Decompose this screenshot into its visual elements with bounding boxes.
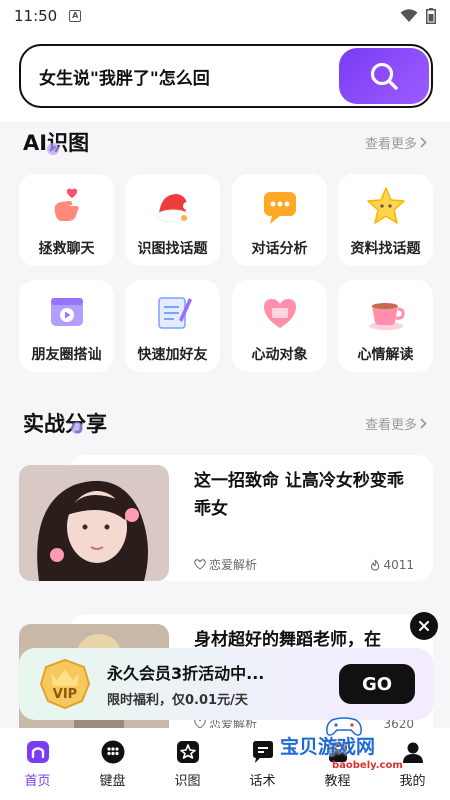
nav-image[interactable]: 识图: [150, 728, 225, 800]
tile-label: 拯救聊天: [38, 241, 95, 257]
nav-label: 话术: [249, 773, 276, 789]
search-bar: [19, 44, 433, 108]
search-input[interactable]: [21, 66, 339, 86]
tile-label: 对话分析: [251, 241, 308, 257]
hand-heart-icon: [45, 184, 89, 228]
close-icon: [419, 621, 429, 631]
keyboard-icon: [101, 740, 125, 764]
search-button[interactable]: [339, 48, 429, 104]
tile-profile-topic[interactable]: 资料找话题: [338, 174, 433, 266]
bottom-nav: 首页 键盘 识图 话术 教程 我的: [0, 728, 450, 800]
nav-keyboard[interactable]: 键盘: [75, 728, 150, 800]
nav-phrases[interactable]: 话术: [225, 728, 300, 800]
notepad-icon: [151, 290, 195, 334]
tile-label: 心动对象: [251, 347, 308, 363]
tile-mood-reading[interactable]: 心情解读: [338, 280, 433, 372]
vip-badge-icon: VIP: [37, 656, 93, 712]
promo-title: 永久会员3折活动中...: [107, 664, 265, 683]
nav-label: 识图: [174, 773, 201, 789]
image-star-icon: [176, 740, 200, 764]
flame-icon: [371, 559, 380, 571]
vip-promo-banner[interactable]: VIP 永久会员3折活动中... 限时福利，仅0.01元/天 GO: [19, 648, 433, 720]
status-icons: [400, 8, 436, 24]
promo-text: 永久会员3折活动中... 限时福利，仅0.01元/天: [107, 660, 339, 708]
nav-tutorial[interactable]: 教程: [300, 728, 375, 800]
nav-label: 教程: [324, 773, 351, 789]
star-icon: [364, 184, 408, 228]
chat-icon: [251, 740, 275, 764]
header: [0, 32, 450, 122]
book-icon: [326, 740, 350, 764]
chat-bubble-icon: [258, 184, 302, 228]
go-button[interactable]: GO: [339, 664, 415, 704]
card-count: 4011: [370, 556, 414, 573]
notification-icon: A: [69, 10, 82, 22]
status-time: 11:50: [14, 7, 58, 25]
tile-label: 快速加好友: [137, 347, 208, 363]
nav-home[interactable]: 首页: [0, 728, 75, 800]
home-icon: [26, 740, 50, 764]
card-title: 这一招致命 让高冷女秒变乖乖女: [194, 471, 404, 519]
video-window-icon: [45, 290, 89, 334]
title-dot-decoration: [71, 422, 83, 434]
status-bar: 11:50 A: [0, 0, 450, 32]
nav-profile[interactable]: 我的: [375, 728, 450, 800]
nav-label: 键盘: [99, 773, 126, 789]
tile-moments-chat[interactable]: 朋友圈搭讪: [19, 280, 114, 372]
search-icon: [370, 62, 398, 90]
tile-label: 识图找话题: [137, 241, 208, 257]
ai-section-title: AI识图: [23, 127, 89, 157]
tile-dialog-analysis[interactable]: 对话分析: [232, 174, 327, 266]
close-promo-button[interactable]: [410, 612, 438, 640]
tile-label: 资料找话题: [350, 241, 421, 257]
share-see-more-link[interactable]: 查看更多: [365, 414, 427, 433]
tile-crush[interactable]: 心动对象: [232, 280, 327, 372]
chevron-right-icon: [420, 136, 427, 148]
user-icon: [401, 740, 425, 764]
wifi-icon: [400, 9, 418, 22]
promo-subtitle: 限时福利，仅0.01元/天: [107, 693, 248, 708]
tile-label: 心情解读: [357, 347, 414, 363]
tile-label: 朋友圈搭讪: [31, 347, 102, 363]
tile-image-topic[interactable]: 识图找话题: [125, 174, 220, 266]
coffee-cup-icon: [364, 290, 408, 334]
share-card[interactable]: 这一招致命 让高冷女秒变乖乖女 恋爱解析 4011: [19, 455, 433, 581]
chevron-right-icon: [420, 417, 427, 429]
heart-outline-icon: [194, 559, 206, 570]
card-meta: 恋爱解析 4011: [194, 556, 414, 573]
card-thumbnail: [19, 465, 169, 581]
nav-label: 我的: [399, 773, 426, 789]
tile-rescue-chat[interactable]: 拯救聊天: [19, 174, 114, 266]
title-dot-decoration: [47, 143, 59, 155]
share-section-title: 实战分享: [23, 412, 107, 436]
battery-icon: [426, 8, 436, 24]
svg-text:VIP: VIP: [53, 687, 77, 702]
ai-see-more-link[interactable]: 查看更多: [365, 133, 427, 152]
santa-hat-icon: [151, 184, 195, 228]
tile-quick-add-friend[interactable]: 快速加好友: [125, 280, 220, 372]
card-tag: 恋爱解析: [194, 556, 257, 573]
ai-section-header: AI识图 查看更多: [23, 127, 427, 157]
share-section-header: 实战分享 查看更多: [23, 408, 427, 438]
nav-label: 首页: [24, 773, 51, 789]
heart-box-icon: [258, 290, 302, 334]
